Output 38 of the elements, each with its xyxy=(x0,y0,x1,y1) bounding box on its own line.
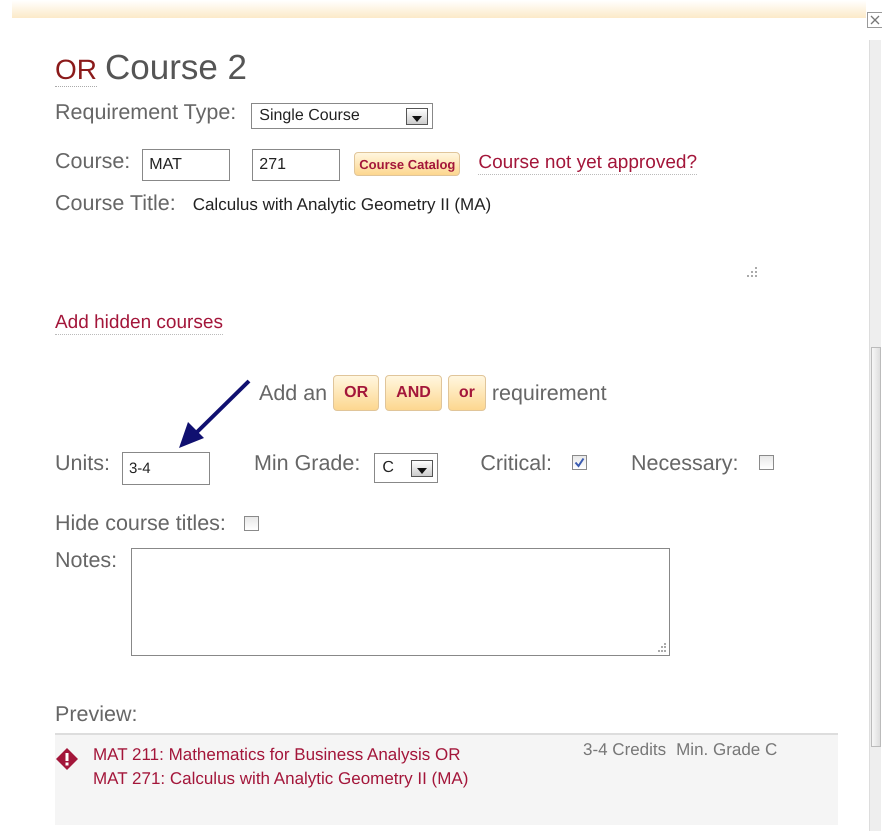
requirement-type-dropdown[interactable]: Single Course xyxy=(251,103,434,129)
notes-field[interactable] xyxy=(131,548,670,656)
units-field[interactable]: 3-4 xyxy=(122,452,210,485)
instruction-text: requirement xyxy=(492,380,607,406)
field-label: Hide course titles: xyxy=(55,511,226,536)
add-requirement-button[interactable]: OR xyxy=(333,375,380,411)
checkbox[interactable] xyxy=(572,455,587,470)
pointer-arrow xyxy=(179,380,250,448)
field-label: Requirement Type: xyxy=(55,100,236,125)
field-label: Course: xyxy=(55,149,130,174)
preview-label: Preview: xyxy=(55,702,138,727)
credits-text: 3-4 Credits xyxy=(583,740,666,761)
resize-grip-icon[interactable] xyxy=(657,643,668,653)
operator-label: OR xyxy=(55,54,97,87)
min-grade-dropdown[interactable]: C xyxy=(374,453,438,483)
preview-course-line: MAT 211: Mathematics for Business Analysis OR xyxy=(93,744,461,766)
field-label: Min Grade: xyxy=(254,451,360,476)
course-heading: Course 2 xyxy=(105,48,248,88)
course-not-approved-link[interactable]: Course not yet approved? xyxy=(478,152,698,175)
field-label: Course Title: xyxy=(55,191,176,216)
resize-grip-icon[interactable] xyxy=(745,266,759,280)
field-label: Units: xyxy=(55,451,110,476)
min-grade-text: Min. Grade C xyxy=(676,740,778,761)
field-label: Necessary: xyxy=(631,451,739,476)
checkbox[interactable] xyxy=(244,516,259,531)
close-icon[interactable] xyxy=(867,12,882,28)
add-hidden-courses-link[interactable]: Add hidden courses xyxy=(55,312,223,335)
course-title-text: Calculus with Analytic Geometry II (MA) xyxy=(192,195,492,215)
course-number-field[interactable]: 271 xyxy=(252,149,340,181)
preview-course-line: MAT 271: Calculus with Analytic Geometry II (MA) xyxy=(93,768,468,790)
add-requirement-button[interactable]: or xyxy=(448,375,486,411)
subject-field[interactable]: MAT xyxy=(142,149,230,181)
field-label: Notes: xyxy=(55,548,118,573)
instruction-text: Add an xyxy=(259,380,328,406)
add-requirement-button[interactable]: AND xyxy=(385,375,442,411)
field-label: Critical: xyxy=(480,451,552,476)
course-catalog-button[interactable]: Course Catalog xyxy=(354,152,460,176)
checkbox[interactable] xyxy=(758,455,774,470)
